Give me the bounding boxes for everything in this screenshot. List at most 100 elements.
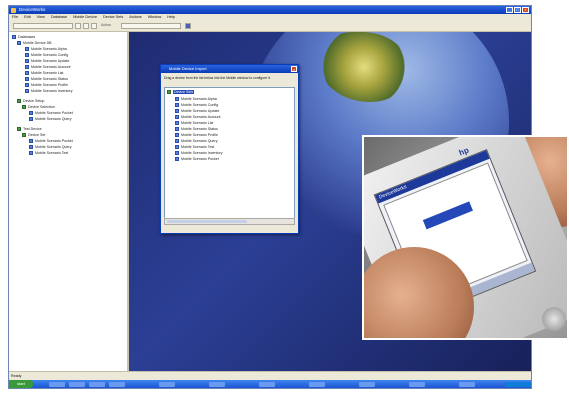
maximize-button[interactable]: □ [514, 7, 521, 13]
taskbar-item[interactable] [309, 381, 325, 387]
tree-root[interactable]: Databases [18, 35, 35, 39]
taskbar-item[interactable] [49, 381, 65, 387]
menu-database[interactable]: Database [51, 14, 67, 21]
dialog-close-button[interactable]: × [291, 66, 297, 72]
tree-folder-icon [12, 35, 16, 39]
dialog-tree-item[interactable]: Mobile Scenario Pocket [181, 157, 219, 161]
dialog-tree-item[interactable]: Mobile Scenario Config [181, 103, 218, 107]
run-button[interactable] [185, 22, 191, 29]
tree-item[interactable]: Mobile Scenario Account [31, 65, 71, 69]
tree-item[interactable]: Mobile Scenario Pocket [35, 111, 73, 115]
dialog-tree-root[interactable]: Device Sets [173, 90, 195, 94]
dialog-tree-item[interactable]: Mobile Scenario Update [181, 109, 219, 113]
menu-help[interactable]: Help [167, 14, 175, 21]
pda-selection [422, 201, 473, 230]
checkbox[interactable] [25, 59, 29, 63]
close-button[interactable]: × [522, 7, 529, 13]
database-tree: Databases Mobile Device DB Mobile Scenar… [9, 32, 129, 372]
filter-field[interactable] [121, 22, 181, 29]
checkbox[interactable] [175, 139, 179, 143]
checkbox[interactable] [175, 97, 179, 101]
checkbox[interactable] [25, 83, 29, 87]
dialog-title: Mobile Device Import [161, 65, 298, 73]
checkbox[interactable] [29, 139, 33, 143]
tree-item[interactable]: Mobile Scenario Status [31, 77, 68, 81]
checkbox[interactable] [175, 157, 179, 161]
tree-item[interactable]: Mobile Scenario Pocket [35, 139, 73, 143]
checkbox[interactable] [25, 53, 29, 57]
tree-item[interactable]: Mobile Scenario Profile [31, 83, 68, 87]
tree-group-3[interactable]: Test Device [23, 127, 42, 131]
taskbar-item[interactable] [209, 381, 225, 387]
checkbox[interactable] [175, 145, 179, 149]
tree-item[interactable]: Mobile Scenario List [31, 71, 63, 75]
taskbar-item[interactable] [159, 381, 175, 387]
tree-item[interactable]: Mobile Scenario Test [35, 151, 68, 155]
dialog-tree-item[interactable]: Mobile Scenario Status [181, 127, 218, 131]
checkbox[interactable] [175, 127, 179, 131]
checkbox[interactable] [175, 151, 179, 155]
menu-mobile-device[interactable]: Mobile Device [73, 14, 97, 21]
taskbar-item[interactable] [69, 381, 85, 387]
menu-actions[interactable]: Actions [129, 14, 141, 21]
checkbox[interactable] [175, 121, 179, 125]
checkbox[interactable] [25, 71, 29, 75]
dialog-tree-item[interactable]: Mobile Scenario Query [181, 139, 218, 143]
menu-view[interactable]: View [37, 14, 45, 21]
dialog-tree-item[interactable]: Mobile Scenario Profile [181, 133, 218, 137]
checkbox[interactable] [29, 145, 33, 149]
checkbox[interactable] [25, 89, 29, 93]
taskbar-item[interactable] [359, 381, 375, 387]
dialog-tree-item[interactable]: Mobile Scenario Test [181, 145, 214, 149]
checkbox[interactable] [175, 103, 179, 107]
taskbar-item[interactable] [459, 381, 475, 387]
dialog-tree-item[interactable]: Mobile Scenario Account [181, 115, 221, 119]
menu-edit[interactable]: Edit [24, 14, 31, 21]
menu-bar: File Edit View Database Mobile Device De… [9, 14, 531, 21]
checkbox[interactable] [29, 117, 33, 121]
tree-group-1[interactable]: Mobile Device DB [23, 41, 52, 45]
checkbox[interactable] [25, 77, 29, 81]
pda-nav-button [542, 307, 566, 331]
tree-group-2[interactable]: Device Setup [23, 99, 44, 103]
taskbar-item[interactable] [259, 381, 275, 387]
tree-item[interactable]: Mobile Scenario Update [31, 59, 69, 63]
tree-item[interactable]: Mobile Scenario Query [35, 145, 72, 149]
checkbox[interactable] [25, 65, 29, 69]
taskbar-item[interactable] [109, 381, 125, 387]
scrollbar-thumb[interactable] [167, 219, 247, 223]
checkbox[interactable] [25, 47, 29, 51]
tree-folder-icon [17, 41, 21, 45]
taskbar: start [9, 380, 531, 388]
address-field[interactable] [13, 22, 73, 29]
taskbar-item[interactable] [409, 381, 425, 387]
refresh-button[interactable] [91, 22, 97, 29]
checkbox[interactable] [29, 151, 33, 155]
taskbar-item[interactable] [89, 381, 105, 387]
dialog-tree-item[interactable]: Mobile Scenario Inventory [181, 151, 223, 155]
menu-file[interactable]: File [12, 14, 18, 21]
checkbox[interactable] [175, 115, 179, 119]
menu-window[interactable]: Window [148, 14, 162, 21]
window-title: DeviceWorks [19, 7, 46, 12]
status-bar: Ready [9, 371, 531, 380]
start-button[interactable]: start [9, 380, 33, 388]
tree-item[interactable]: Mobile Scenario Alpha [31, 47, 67, 51]
dialog-tree-item[interactable]: Mobile Scenario List [181, 121, 213, 125]
forward-button[interactable] [83, 22, 89, 29]
tree-subgroup-2[interactable]: Device Selection [28, 105, 55, 109]
dialog-tree-item[interactable]: Mobile Scenario Alpha [181, 97, 217, 101]
checkbox[interactable] [29, 111, 33, 115]
tree-item[interactable]: Mobile Scenario Query [35, 117, 72, 121]
globe-land [319, 32, 409, 102]
dialog-scrollbar[interactable] [164, 218, 295, 225]
minimize-button[interactable]: _ [506, 7, 513, 13]
tree-item[interactable]: Mobile Scenario Inventory [31, 89, 73, 93]
system-tray [505, 381, 531, 387]
tree-subgroup-3[interactable]: Device Set [28, 133, 45, 137]
back-button[interactable] [75, 22, 81, 29]
checkbox[interactable] [175, 109, 179, 113]
checkbox[interactable] [175, 133, 179, 137]
menu-device-sets[interactable]: Device Sets [103, 14, 123, 21]
tree-item[interactable]: Mobile Scenario Config [31, 53, 68, 57]
